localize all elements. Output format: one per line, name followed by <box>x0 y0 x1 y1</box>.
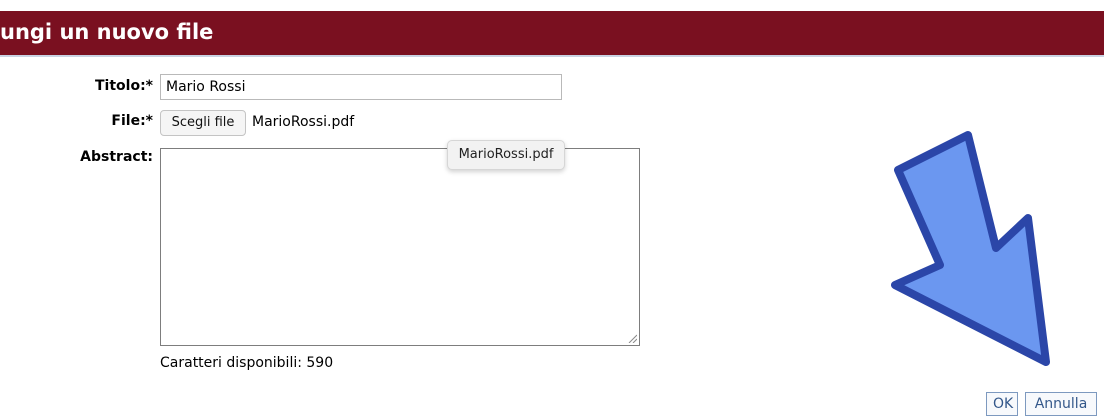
abstract-textarea[interactable] <box>160 148 640 346</box>
abstract-label: Abstract: <box>80 149 153 165</box>
choose-file-button[interactable]: Scegli file <box>160 110 246 136</box>
cancel-button[interactable]: Annulla <box>1025 392 1097 416</box>
characters-available: Caratteri disponibili: 590 <box>160 355 334 371</box>
down-right-arrow-icon <box>891 131 1050 366</box>
dialog-title: ungi un nuovo file <box>0 20 214 44</box>
ok-button[interactable]: OK <box>986 392 1018 416</box>
title-label: Titolo:* <box>95 78 153 94</box>
file-label: File:* <box>111 113 153 129</box>
dialog-header: ungi un nuovo file <box>0 11 1104 57</box>
file-name-tooltip: MarioRossi.pdf <box>447 140 565 170</box>
title-input[interactable] <box>160 74 562 100</box>
resize-grip-icon[interactable] <box>627 333 637 343</box>
selected-file-name: MarioRossi.pdf <box>252 114 355 130</box>
